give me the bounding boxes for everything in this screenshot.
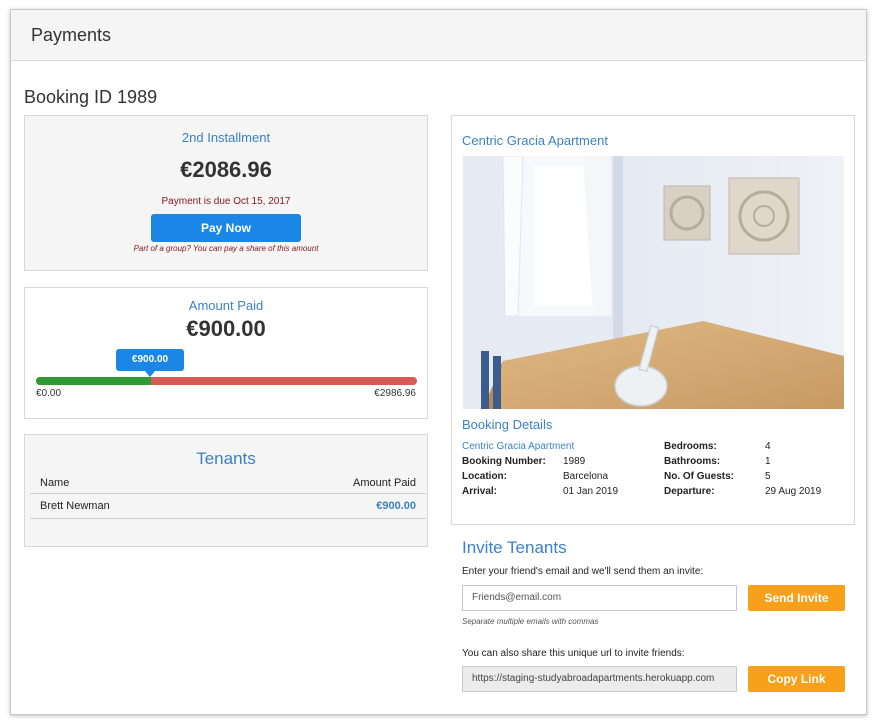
payment-progress-fill: [36, 377, 151, 385]
location-value: Barcelona: [563, 471, 609, 482]
booking-number-label: Booking Number:: [462, 456, 546, 467]
payments-window: Payments Booking ID 1989 2nd Installment…: [10, 9, 867, 715]
apartment-photo: [463, 156, 844, 409]
progress-min-label: €0.00: [36, 388, 62, 399]
copy-link-button[interactable]: Copy Link: [748, 666, 845, 692]
invite-description: Enter your friend's email and we'll send…: [462, 566, 704, 577]
send-invite-button[interactable]: Send Invite: [748, 585, 845, 611]
booking-number-value: 1989: [563, 456, 586, 467]
tenants-title: Tenants: [196, 449, 256, 468]
apartment-name[interactable]: Centric Gracia Apartment: [462, 133, 608, 148]
installment-label: 2nd Installment: [181, 130, 271, 145]
location-label: Location:: [462, 471, 507, 482]
guests-value: 5: [765, 471, 771, 482]
installment-panel: 2nd Installment €2086.96 Payment is due …: [24, 115, 428, 271]
bathrooms-value: 1: [765, 456, 771, 467]
amount-paid-panel: Amount Paid €900.00 €900.00 €0.00 €2986.…: [24, 287, 428, 419]
tenant-amount-paid: €900.00: [376, 500, 416, 512]
share-url-field[interactable]: https://staging-studyabroadapartments.he…: [462, 666, 737, 692]
tenant-name: Brett Newman: [40, 500, 110, 512]
invite-tenants-title: Invite Tenants: [462, 538, 567, 557]
pay-now-button[interactable]: Pay Now: [151, 214, 301, 242]
tenants-table: Name Amount Paid Brett Newman €900.00: [30, 475, 426, 519]
table-row: Brett Newman €900.00: [30, 494, 426, 519]
booking-details-grid: Centric Gracia Apartment Bedrooms: 4 Boo…: [462, 439, 842, 499]
guests-label: No. Of Guests:: [664, 471, 735, 482]
departure-value: 29 Aug 2019: [765, 486, 822, 497]
group-payment-note: Part of a group? You can pay a share of …: [133, 244, 319, 253]
payment-due-text: Payment is due Oct 15, 2017: [161, 196, 291, 207]
bedrooms-label: Bedrooms:: [664, 441, 717, 452]
window-header: Payments: [11, 10, 866, 61]
invite-email-hint: Separate multiple emails with commas: [462, 617, 599, 626]
payment-progress-bar: [36, 377, 417, 385]
page-title: Payments: [31, 24, 112, 45]
column-header-amount-paid: Amount Paid: [353, 477, 416, 489]
booking-details-apartment-link[interactable]: Centric Gracia Apartment: [462, 439, 664, 454]
arrival-label: Arrival:: [462, 486, 498, 497]
arrival-value: 01 Jan 2019: [563, 486, 619, 497]
amount-paid-value: €900.00: [186, 316, 266, 341]
share-url-description: You can also share this unique url to in…: [462, 648, 685, 659]
installment-amount: €2086.96: [180, 157, 272, 182]
departure-label: Departure:: [664, 486, 715, 497]
booking-title: Booking ID 1989: [24, 87, 158, 107]
column-header-name: Name: [40, 477, 70, 489]
amount-paid-label: Amount Paid: [188, 298, 264, 313]
invite-email-input[interactable]: Friends@email.com: [462, 585, 737, 611]
tenants-table-header: Name Amount Paid: [30, 475, 426, 494]
bathrooms-label: Bathrooms:: [664, 456, 721, 467]
apartment-panel: Centric Gracia Apartment Booking Details…: [451, 115, 855, 525]
bedrooms-value: 4: [765, 441, 771, 452]
booking-details-title: Booking Details: [462, 417, 553, 432]
paid-progress-badge: €900.00: [116, 349, 184, 377]
progress-max-label: €2986.96: [374, 388, 416, 399]
tenants-panel: Tenants Name Amount Paid Brett Newman €9…: [24, 434, 428, 547]
